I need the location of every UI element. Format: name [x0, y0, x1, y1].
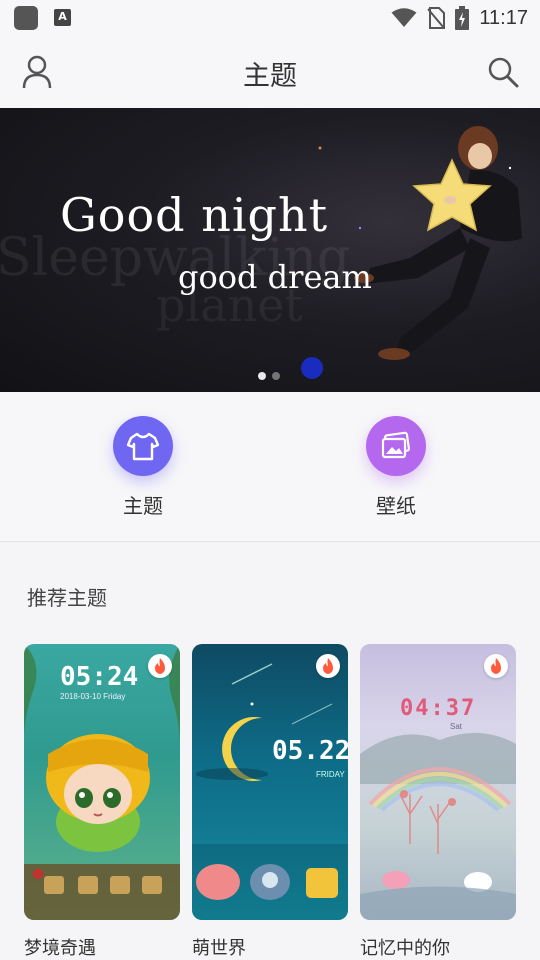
status-indicators: 11:17	[391, 4, 528, 32]
app-notification-icon	[14, 6, 38, 30]
theme-card-name[interactable]: 萌世界	[192, 934, 246, 960]
category-themes-label: 主题	[123, 494, 163, 518]
recommended-section-title: 推荐主题	[27, 586, 107, 610]
theme-preview-date: 2018-03-10 Friday	[60, 692, 126, 701]
hot-badge	[484, 654, 508, 678]
flame-icon	[491, 658, 501, 674]
category-wallpapers[interactable]: 壁纸	[341, 416, 451, 519]
status-bar: A 11:17	[0, 0, 540, 36]
flame-icon	[323, 658, 333, 674]
status-time: 11:17	[479, 6, 528, 29]
page-title: 主题	[243, 61, 297, 92]
theme-preview-moon	[192, 663, 348, 920]
theme-card[interactable]: 05:24 2018-03-10 Friday	[24, 644, 180, 920]
banner-subline: good dream	[178, 258, 372, 296]
search-icon	[488, 57, 519, 88]
battery-charging-icon	[455, 6, 470, 30]
theme-preview-date: Sat	[450, 722, 463, 731]
featured-banner[interactable]: Sleepwalking planet Good night good drea…	[0, 108, 540, 392]
no-sim-icon	[427, 7, 446, 29]
app-header: 主题	[0, 36, 540, 108]
theme-preview-clock: 04:37	[400, 696, 477, 721]
text-notification-icon: A	[54, 9, 71, 26]
category-bar: 主题 壁纸	[0, 392, 540, 542]
theme-card-name[interactable]: 梦境奇遇	[24, 934, 96, 960]
theme-card[interactable]: 04:37 Sat	[360, 644, 516, 920]
flame-icon	[155, 658, 165, 674]
wifi-icon	[391, 8, 417, 27]
search-button[interactable]	[486, 54, 520, 90]
theme-card[interactable]: 05.22 FRIDAY	[192, 644, 348, 920]
category-themes[interactable]: 主题	[88, 416, 198, 519]
banner-illustration	[318, 126, 522, 360]
theme-preview-clock: 05.22	[272, 736, 348, 766]
banner-headline: Good night	[60, 188, 329, 242]
category-theme-circle	[113, 416, 173, 476]
tshirt-icon	[127, 432, 159, 461]
category-wallpapers-label: 壁纸	[376, 494, 416, 518]
pager-dot[interactable]	[272, 372, 280, 380]
theme-preview-clock: 05:24	[60, 662, 139, 692]
banner-pager[interactable]	[258, 372, 280, 380]
banner-floating-dot	[301, 357, 323, 379]
hot-badge	[148, 654, 172, 678]
theme-preview-date: FRIDAY	[316, 770, 345, 779]
category-wallpaper-circle	[366, 416, 426, 476]
hot-badge	[316, 654, 340, 678]
theme-card-name[interactable]: 记忆中的你	[360, 934, 450, 960]
wallpaper-icon	[381, 431, 410, 459]
pager-dot-active[interactable]	[258, 372, 266, 380]
theme-preview-rainbow	[360, 732, 516, 920]
